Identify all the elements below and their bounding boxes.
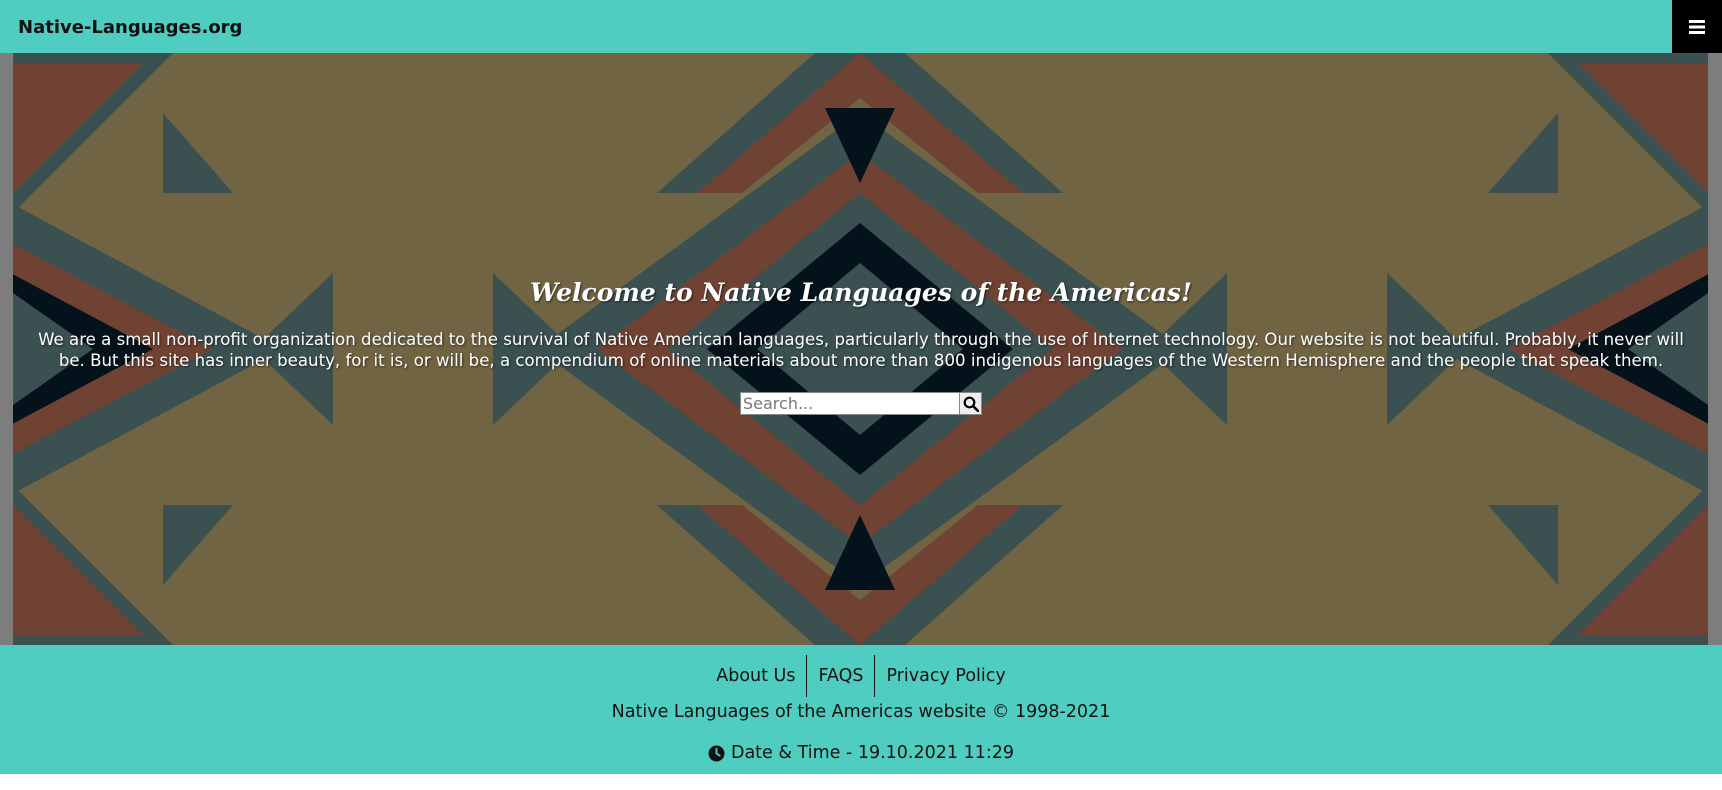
top-navbar: Native-Languages.org: [0, 0, 1722, 53]
intro-text: We are a small non-profit organization d…: [0, 329, 1722, 371]
copyright-text: Native Languages of the Americas website…: [611, 702, 1111, 722]
hamburger-menu-button[interactable]: [1672, 0, 1722, 53]
hamburger-menu-icon: [1689, 19, 1705, 34]
clock-icon: [708, 745, 725, 761]
privacy-policy-link[interactable]: Privacy Policy: [874, 655, 1016, 697]
welcome-heading: Welcome to Native Languages of the Ameri…: [530, 278, 1192, 307]
hero-content: Welcome to Native Languages of the Ameri…: [0, 53, 1722, 645]
search-button[interactable]: [960, 392, 982, 415]
site-logo-link[interactable]: Native-Languages.org: [18, 0, 242, 53]
faqs-link[interactable]: FAQS: [806, 655, 874, 697]
search-input[interactable]: [740, 392, 960, 415]
footer-links: About Us FAQS Privacy Policy: [0, 655, 1722, 697]
datetime-text: Date & Time - 19.10.2021 11:29: [730, 743, 1015, 763]
hero-banner: Welcome to Native Languages of the Ameri…: [0, 53, 1722, 645]
search-icon: [963, 396, 979, 412]
site-footer: About Us FAQS Privacy Policy Native Lang…: [0, 645, 1722, 774]
datetime-line: Date & Time - 19.10.2021 11:29: [0, 743, 1722, 763]
intro-line-2: be. But this site has inner beauty, for …: [58, 351, 1664, 370]
search-form: [740, 392, 982, 415]
intro-line-1: We are a small non-profit organization d…: [38, 330, 1684, 349]
about-us-link[interactable]: About Us: [705, 655, 806, 697]
